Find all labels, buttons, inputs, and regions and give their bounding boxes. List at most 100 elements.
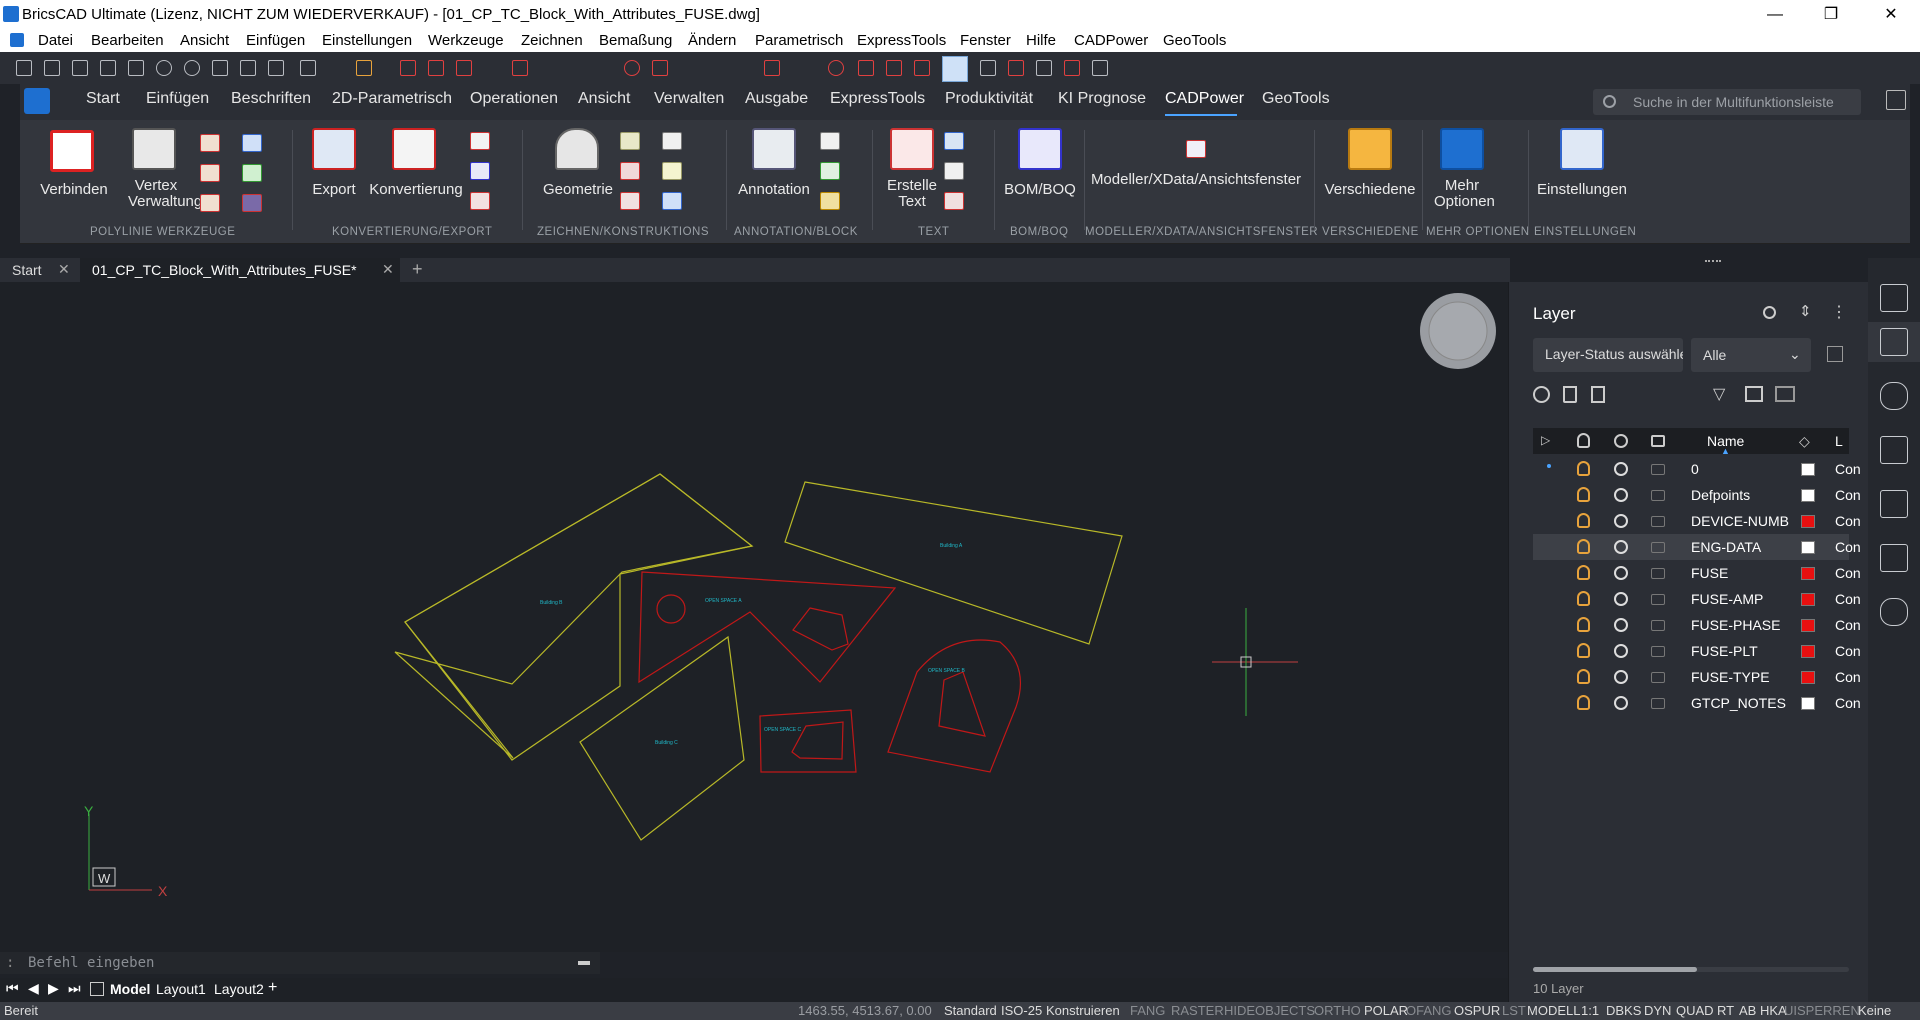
last-layout-icon[interactable]: ⏭ xyxy=(68,980,81,997)
layer-linetype[interactable]: Con xyxy=(1835,643,1861,659)
layout-tab-layout2[interactable]: Layout2 xyxy=(214,981,264,997)
layer-color-swatch[interactable] xyxy=(1801,697,1815,710)
doc-tab-active[interactable]: 01_CP_TC_Block_With_Attributes_FUSE* ✕ xyxy=(80,258,400,282)
menu-zeichnen[interactable]: Zeichnen xyxy=(521,32,583,49)
maximize-button[interactable]: ❐ xyxy=(1808,0,1854,30)
layer-linetype[interactable]: Con xyxy=(1835,565,1861,581)
layer-row[interactable]: 0 Con xyxy=(1533,456,1861,482)
menu-ansicht[interactable]: Ansicht xyxy=(180,32,229,49)
purge-layer-icon[interactable] xyxy=(1591,386,1605,403)
ribbon-search-input[interactable]: Suche in der Multifunktionsleiste xyxy=(1593,89,1861,115)
layer-filter-select[interactable]: Alle ⌄ xyxy=(1691,338,1811,372)
bricscad-logo-icon[interactable] xyxy=(24,88,50,114)
bom-boq-button[interactable]: BOM/BOQ xyxy=(1004,182,1076,198)
bulb-icon[interactable] xyxy=(1577,461,1590,476)
menu-einfuegen[interactable]: Einfügen xyxy=(246,32,305,49)
status-iso25[interactable]: ISO-25 xyxy=(1001,1003,1042,1018)
tab-einfuegen[interactable]: Einfügen xyxy=(146,90,209,108)
convert-red-icon[interactable] xyxy=(470,132,490,150)
layer-color-swatch[interactable] xyxy=(1801,619,1815,632)
unlock-icon[interactable] xyxy=(1651,464,1665,475)
circle-icon[interactable] xyxy=(624,60,640,76)
erstelle-text-button[interactable]: Erstelle Text xyxy=(886,178,938,210)
draw-check-icon[interactable] xyxy=(662,162,682,180)
print-icon[interactable] xyxy=(128,60,144,76)
search-icon[interactable] xyxy=(1763,306,1776,319)
status-rt[interactable]: RT xyxy=(1717,1003,1734,1018)
sun-icon[interactable] xyxy=(1614,592,1628,606)
layer-linetype[interactable]: Con xyxy=(1835,669,1861,685)
z-up-icon[interactable] xyxy=(980,60,996,76)
layer-linetype[interactable]: Con xyxy=(1835,591,1861,607)
command-history-icon[interactable] xyxy=(578,961,590,965)
status-ab[interactable]: AB xyxy=(1739,1003,1756,1018)
mirror-icon[interactable] xyxy=(1064,60,1080,76)
verbinden-button[interactable]: Verbinden xyxy=(34,182,114,198)
command-input[interactable]: Befehl eingeben xyxy=(28,955,154,971)
draw-grid-icon[interactable] xyxy=(620,132,640,150)
text-edit-icon[interactable] xyxy=(944,162,964,180)
status-dbks[interactable]: DBKS xyxy=(1606,1003,1641,1018)
dim-icon[interactable] xyxy=(456,60,472,76)
annotation-button[interactable]: Annotation xyxy=(732,182,816,198)
save-as-icon[interactable] xyxy=(100,60,116,76)
active-tool-icon[interactable] xyxy=(942,56,968,82)
measure-icon[interactable] xyxy=(356,60,372,76)
sun-icon[interactable] xyxy=(1614,644,1628,658)
sun-icon[interactable] xyxy=(1614,540,1628,554)
layout-tab-model[interactable]: Model xyxy=(110,981,150,997)
unlock-icon[interactable] xyxy=(1651,542,1665,553)
tab-beschriften[interactable]: Beschriften xyxy=(231,90,311,108)
tab-ansicht[interactable]: Ansicht xyxy=(578,90,630,108)
table-icon[interactable] xyxy=(200,164,220,182)
copy-icon[interactable] xyxy=(212,60,228,76)
menu-aendern[interactable]: Ändern xyxy=(688,32,736,49)
unlock-icon[interactable] xyxy=(1651,594,1665,605)
tab-expresstools[interactable]: ExpressTools xyxy=(830,90,925,108)
bulb-icon[interactable] xyxy=(1577,539,1590,554)
prev-layout-icon[interactable]: ◀ xyxy=(28,980,39,997)
attachments-icon[interactable] xyxy=(1880,382,1908,410)
layer-color-swatch[interactable] xyxy=(1801,593,1815,606)
menu-einstellungen[interactable]: Einstellungen xyxy=(322,32,412,49)
structure-icon[interactable] xyxy=(1880,544,1908,572)
point-icon[interactable] xyxy=(828,60,844,76)
layer-color-swatch[interactable] xyxy=(1801,567,1815,580)
expand-icon[interactable]: ⇕ xyxy=(1799,302,1812,320)
unlock-icon[interactable] xyxy=(1651,490,1665,501)
sun-icon[interactable] xyxy=(1614,696,1628,710)
layer-state-select[interactable]: Layer-Status auswähle xyxy=(1533,338,1683,372)
add-layout-icon[interactable]: + xyxy=(268,979,277,997)
open-icon[interactable] xyxy=(44,60,60,76)
bulb-header-icon[interactable] xyxy=(1577,433,1590,448)
status-keine[interactable]: Keine xyxy=(1858,1003,1891,1018)
doc-tab-start[interactable]: Start ✕ xyxy=(0,258,76,282)
menu-werkzeuge[interactable]: Werkzeuge xyxy=(428,32,504,49)
close-icon[interactable]: ✕ xyxy=(382,261,394,278)
text-list-icon[interactable] xyxy=(944,192,964,210)
draw-blocks-icon[interactable] xyxy=(662,192,682,210)
export-button[interactable]: Export xyxy=(304,182,364,198)
hatch-icon[interactable] xyxy=(764,60,780,76)
menu-datei[interactable]: Datei xyxy=(38,32,73,49)
menu-bemassung[interactable]: Bemaßung xyxy=(599,32,672,49)
edit-icon[interactable] xyxy=(200,194,220,212)
tab-verwalten[interactable]: Verwalten xyxy=(654,90,724,108)
layer-color-swatch[interactable] xyxy=(1801,645,1815,658)
tab-geotools[interactable]: GeoTools xyxy=(1262,90,1330,108)
status-fang[interactable]: FANG xyxy=(1130,1003,1165,1018)
tab-start[interactable]: Start xyxy=(86,90,120,108)
zero-icon[interactable] xyxy=(1092,60,1108,76)
status-ospur[interactable]: OSPUR xyxy=(1454,1003,1500,1018)
z-down-icon[interactable] xyxy=(1036,60,1052,76)
layer-row-selected[interactable]: ENG-DATA Con xyxy=(1533,534,1861,560)
sun-icon[interactable] xyxy=(1614,566,1628,580)
layer-row[interactable]: FUSE-AMP Con xyxy=(1533,586,1861,612)
sun-header-icon[interactable] xyxy=(1614,434,1628,448)
add-vertex-icon[interactable] xyxy=(242,164,262,182)
layer-row[interactable]: FUSE Con xyxy=(1533,560,1861,586)
flag-icon[interactable] xyxy=(242,194,262,212)
layer-color-swatch[interactable] xyxy=(1801,515,1815,528)
bulb-icon[interactable] xyxy=(1577,643,1590,658)
convert-block-icon[interactable] xyxy=(470,192,490,210)
